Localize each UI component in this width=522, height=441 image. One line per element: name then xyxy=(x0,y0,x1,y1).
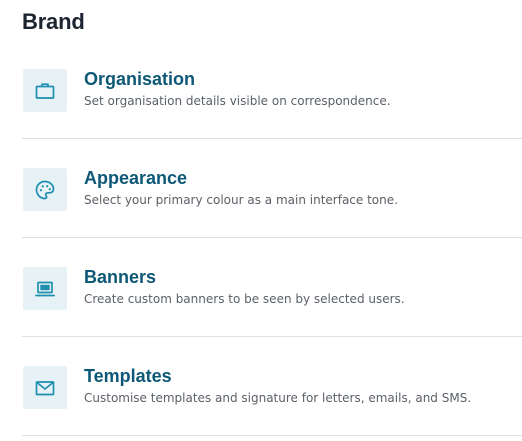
banners-title: Banners xyxy=(84,267,157,287)
brand-settings-list: Organisation Set organisation details vi… xyxy=(22,40,522,436)
envelope-icon xyxy=(23,366,67,409)
settings-item-organisation[interactable]: Organisation Set organisation details vi… xyxy=(22,40,522,139)
appearance-title: Appearance xyxy=(84,168,188,188)
page-title: Brand xyxy=(22,9,85,34)
settings-item-templates[interactable]: Templates Customise templates and signat… xyxy=(22,337,522,436)
palette-icon xyxy=(23,168,67,211)
templates-title: Templates xyxy=(84,366,172,386)
organisation-title: Organisation xyxy=(84,69,196,89)
templates-description: Customise templates and signature for le… xyxy=(84,391,472,405)
settings-item-banners[interactable]: Banners Create custom banners to be seen… xyxy=(22,238,522,337)
laptop-icon xyxy=(23,267,67,310)
briefcase-icon xyxy=(23,69,67,112)
organisation-description: Set organisation details visible on corr… xyxy=(84,94,391,108)
banners-description: Create custom banners to be seen by sele… xyxy=(84,292,405,306)
settings-item-appearance[interactable]: Appearance Select your primary colour as… xyxy=(22,139,522,238)
appearance-description: Select your primary colour as a main int… xyxy=(84,193,398,207)
